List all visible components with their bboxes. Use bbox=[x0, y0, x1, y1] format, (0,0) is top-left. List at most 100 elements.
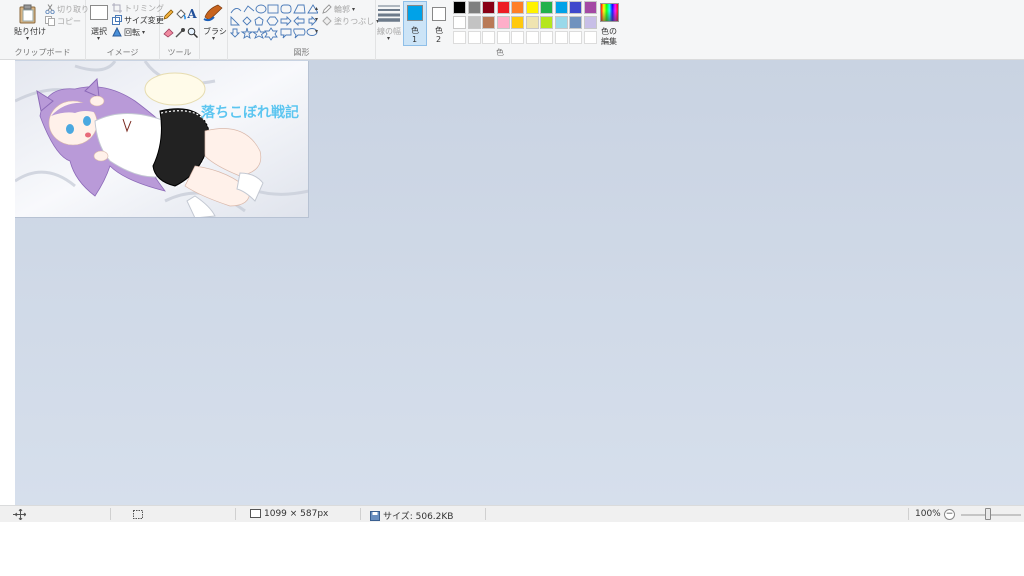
zoom-out-button[interactable]: − bbox=[944, 509, 955, 520]
fill-button[interactable]: 塗りつぶし ▾ bbox=[322, 15, 379, 27]
palette-swatch[interactable] bbox=[482, 1, 495, 14]
palette-swatch[interactable] bbox=[583, 1, 597, 14]
color2-button[interactable]: 色 2 bbox=[428, 1, 452, 46]
scissors-icon bbox=[45, 4, 55, 14]
outline-button[interactable]: 輪郭 ▾ bbox=[322, 3, 355, 15]
canvas-size-icon bbox=[250, 509, 261, 518]
rectangle-callout-shape-icon bbox=[280, 28, 292, 39]
resize-label: サイズ変更 bbox=[124, 15, 164, 25]
palette-swatch[interactable] bbox=[583, 31, 597, 44]
palette-swatch[interactable] bbox=[496, 1, 510, 14]
palette-swatch[interactable] bbox=[482, 31, 495, 44]
zoom-slider-track[interactable] bbox=[961, 514, 1021, 516]
palette-swatch[interactable] bbox=[540, 1, 553, 14]
palette-swatch[interactable] bbox=[496, 31, 510, 44]
outline-label: 輪郭 bbox=[334, 4, 350, 14]
image-group-label: イメージ bbox=[106, 48, 139, 57]
pencil-tool[interactable] bbox=[162, 8, 174, 20]
palette-swatch[interactable] bbox=[496, 16, 510, 29]
color2-swatch bbox=[432, 7, 446, 21]
polyline-shape-icon bbox=[243, 5, 255, 13]
oval-shape-icon bbox=[255, 4, 267, 14]
shapes-scroll-up-icon[interactable]: ▴ bbox=[315, 5, 318, 12]
line-width-button[interactable]: 線の幅 ▾ bbox=[376, 2, 402, 42]
palette-swatch[interactable] bbox=[453, 1, 466, 14]
palette-swatch[interactable] bbox=[453, 31, 466, 44]
file-size-text: サイズ: 506.2KB bbox=[383, 512, 454, 522]
canvas-workspace[interactable]: 落ちこぼれ戦記 bbox=[15, 60, 1024, 505]
palette-swatch[interactable] bbox=[511, 16, 524, 29]
rounded-callout-shape-icon bbox=[293, 28, 306, 39]
crop-button[interactable]: トリミング bbox=[112, 2, 164, 14]
anime-artwork-image bbox=[15, 61, 308, 217]
palette-swatch[interactable] bbox=[540, 16, 553, 29]
status-separator bbox=[235, 508, 236, 520]
palette-swatch[interactable] bbox=[554, 31, 568, 44]
copy-label: コピー bbox=[57, 16, 81, 26]
colors-group: 線の幅 ▾ 色 1 色 2 色の 編集 色 bbox=[376, 0, 624, 60]
status-bar: 1099 × 587px サイズ: 506.2KB 100% − bbox=[15, 505, 1024, 522]
palette-swatch[interactable] bbox=[467, 1, 481, 14]
resize-button[interactable]: サイズ変更 bbox=[112, 14, 164, 26]
palette-swatch[interactable] bbox=[511, 1, 524, 14]
shapes-scroll-down-icon[interactable]: ▾ bbox=[315, 16, 318, 23]
zoom-slider-thumb[interactable] bbox=[985, 508, 991, 520]
fill-tool[interactable] bbox=[174, 8, 186, 20]
copy-button[interactable]: コピー bbox=[45, 15, 81, 27]
palette-swatch[interactable] bbox=[467, 31, 481, 44]
rectangle-shape-icon bbox=[267, 4, 279, 14]
palette-swatch[interactable] bbox=[569, 31, 582, 44]
outline-dropdown-icon[interactable]: ▾ bbox=[352, 6, 355, 13]
line-width-dropdown-icon[interactable]: ▾ bbox=[387, 35, 390, 42]
drawing-canvas[interactable]: 落ちこぼれ戦記 bbox=[15, 61, 309, 218]
brushes-dropdown-icon[interactable]: ▾ bbox=[212, 35, 215, 42]
file-size: サイズ: 506.2KB bbox=[370, 509, 453, 522]
palette-swatch[interactable] bbox=[511, 31, 524, 44]
rounded-rectangle-shape-icon bbox=[280, 4, 292, 14]
zoom-level-text: 100% bbox=[915, 509, 941, 519]
text-tool[interactable]: A bbox=[186, 7, 198, 21]
edit-colors-button[interactable]: 色の 編集 bbox=[598, 2, 622, 46]
shapes-gallery[interactable] bbox=[230, 3, 318, 43]
color-picker-tool[interactable] bbox=[174, 26, 186, 38]
right-triangle-shape-icon bbox=[230, 15, 241, 26]
palette-swatch[interactable] bbox=[453, 16, 466, 29]
brushes-button[interactable]: ブラシ ▾ bbox=[201, 2, 227, 42]
palette-swatch[interactable] bbox=[554, 1, 568, 14]
select-button[interactable]: 選択 ▾ bbox=[88, 2, 110, 42]
spectrum-shade-overlay bbox=[601, 4, 618, 21]
palette-swatch[interactable] bbox=[467, 16, 481, 29]
palette-swatch[interactable] bbox=[569, 16, 582, 29]
palette-swatch[interactable] bbox=[569, 1, 582, 14]
cut-button[interactable]: 切り取り bbox=[45, 3, 89, 15]
eraser-icon bbox=[162, 27, 174, 38]
palette-swatch[interactable] bbox=[525, 31, 539, 44]
paste-dropdown-icon[interactable]: ▾ bbox=[26, 35, 29, 42]
shapes-expand-icon[interactable]: ▾ bbox=[315, 28, 318, 35]
palette-swatch[interactable] bbox=[525, 16, 539, 29]
palette-swatch[interactable] bbox=[482, 16, 495, 29]
text-a-icon: A bbox=[187, 7, 197, 21]
select-dropdown-icon[interactable]: ▾ bbox=[97, 35, 100, 42]
right-arrow-shape-icon bbox=[280, 15, 292, 27]
rotate-button[interactable]: 回転 ▾ bbox=[112, 26, 145, 38]
fill-label: 塗りつぶし bbox=[334, 16, 375, 26]
pencil-icon bbox=[162, 8, 174, 20]
palette-swatch[interactable] bbox=[554, 16, 568, 29]
paint-window: 貼り付け ▾ 切り取り コピー クリップボード 選択 ▾ トリミング サイズ変更… bbox=[0, 0, 1024, 576]
status-left-strip bbox=[0, 505, 24, 522]
palette-swatch[interactable] bbox=[525, 1, 539, 14]
color1-button[interactable]: 色 1 bbox=[403, 1, 427, 46]
palette-swatch[interactable] bbox=[583, 16, 597, 29]
palette-swatch[interactable] bbox=[540, 31, 553, 44]
selection-size-icon bbox=[133, 510, 143, 519]
magnifier-tool[interactable] bbox=[186, 26, 198, 38]
paste-button[interactable]: 貼り付け ▾ bbox=[12, 2, 46, 42]
rotate-dropdown-icon[interactable]: ▾ bbox=[142, 29, 145, 36]
color-spectrum-icon bbox=[600, 3, 619, 22]
tools-group-label: ツール bbox=[167, 48, 192, 57]
rotate-label: 回転 bbox=[124, 27, 140, 37]
eraser-tool[interactable] bbox=[162, 26, 174, 38]
polygon-shape-icon bbox=[293, 4, 306, 14]
ribbon: 貼り付け ▾ 切り取り コピー クリップボード 選択 ▾ トリミング サイズ変更… bbox=[0, 0, 1024, 60]
